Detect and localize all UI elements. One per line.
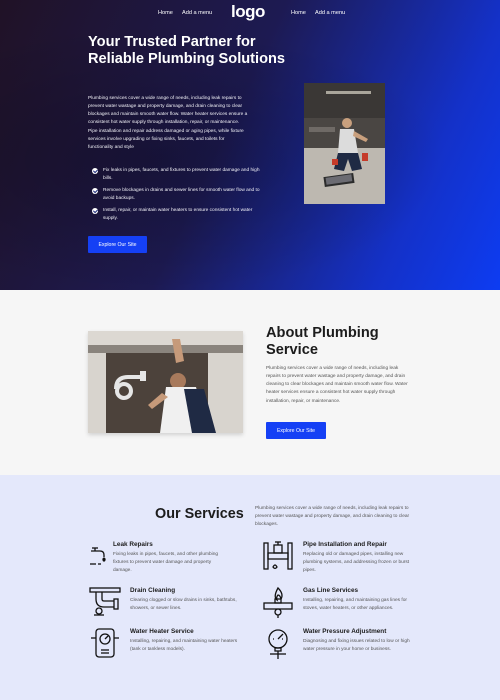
service-description: Installing, repairing, and maintaining w… [130, 639, 238, 653]
service-card-drain-cleaning[interactable]: Drain Cleaning Clearing clogged or slow … [88, 583, 238, 623]
checklist-item: Install, repair, or maintain water heate… [92, 207, 267, 223]
checklist-item-text: Install, repair, or maintain water heate… [103, 208, 253, 221]
service-card-water-heater[interactable]: Water Heater Service Installing, repairi… [88, 624, 238, 664]
hero-checklist: Fix leaks in pipes, faucets, and fixture… [92, 167, 267, 227]
check-circle-icon [92, 188, 98, 194]
logo[interactable]: logo [231, 2, 265, 22]
services-intro: Plumbing services cover a wide range of … [255, 506, 410, 528]
service-card-water-pressure[interactable]: Water Pressure Adjustment Diagnosing and… [261, 624, 411, 664]
hero-description: Plumbing services cover a wide range of … [88, 96, 248, 150]
service-title: Drain Cleaning [130, 587, 176, 594]
checklist-item: Remove blockages in drains and sewer lin… [92, 187, 267, 203]
service-title: Water Pressure Adjustment [303, 628, 387, 635]
nav-link-home-left[interactable]: Home [158, 10, 173, 16]
service-description: Clearing clogged or slow drains in sinks… [130, 598, 237, 612]
service-description: Replacing old or damaged pipes, installi… [303, 552, 410, 574]
service-card-pipe-installation[interactable]: Pipe Installation and Repair Replacing o… [261, 537, 411, 577]
about-title: About Plumbing Service [266, 325, 379, 358]
about-section: About Plumbing Service Plumbing services… [0, 290, 500, 475]
check-circle-icon [92, 208, 98, 214]
water-heater-icon [88, 626, 122, 660]
service-title: Water Heater Service [130, 628, 194, 635]
top-navigation: Home Add a menu logo Home Add a menu [0, 0, 500, 26]
hero-title: Your Trusted Partner for Reliable Plumbi… [88, 34, 286, 67]
drain-pipe-icon [88, 585, 122, 619]
service-description: Diagnosing and fixing issues related to … [303, 639, 410, 653]
about-description: Plumbing services cover a wide range of … [266, 366, 408, 404]
service-card-leak-repairs[interactable]: Leak Repairs Fixing leaks in pipes, fauc… [88, 537, 238, 577]
service-description: Installing, repairing, and maintaining g… [303, 598, 407, 612]
checklist-item-text: Fix leaks in pipes, faucets, and fixture… [103, 168, 260, 181]
pressure-gauge-icon [261, 626, 295, 660]
hero-explore-button[interactable]: Explore Our Site [88, 236, 147, 253]
service-title: Leak Repairs [113, 541, 153, 548]
service-title: Gas Line Services [303, 587, 359, 594]
nav-link-add-menu-right[interactable]: Add a menu [315, 10, 345, 16]
services-section: Our Services Plumbing services cover a w… [0, 475, 500, 700]
gas-flame-icon [261, 585, 295, 619]
check-circle-icon [92, 168, 98, 174]
pipe-valve-icon [261, 539, 295, 573]
checklist-item-text: Remove blockages in drains and sewer lin… [103, 188, 260, 201]
about-explore-button[interactable]: Explore Our Site [266, 422, 326, 439]
about-plumber-photo [88, 331, 243, 433]
leaking-faucet-icon [88, 545, 110, 567]
nav-link-add-menu-left[interactable]: Add a menu [182, 10, 212, 16]
service-title: Pipe Installation and Repair [303, 541, 387, 548]
services-title: Our Services [155, 506, 244, 522]
checklist-item: Fix leaks in pipes, faucets, and fixture… [92, 167, 267, 183]
service-description: Fixing leaks in pipes, faucets, and othe… [113, 552, 219, 574]
service-card-gas-line[interactable]: Gas Line Services Installing, repairing,… [261, 583, 411, 623]
hero-plumber-photo [304, 83, 385, 204]
hero-section: Home Add a menu logo Home Add a menu You… [0, 0, 500, 290]
nav-link-home-right[interactable]: Home [291, 10, 306, 16]
